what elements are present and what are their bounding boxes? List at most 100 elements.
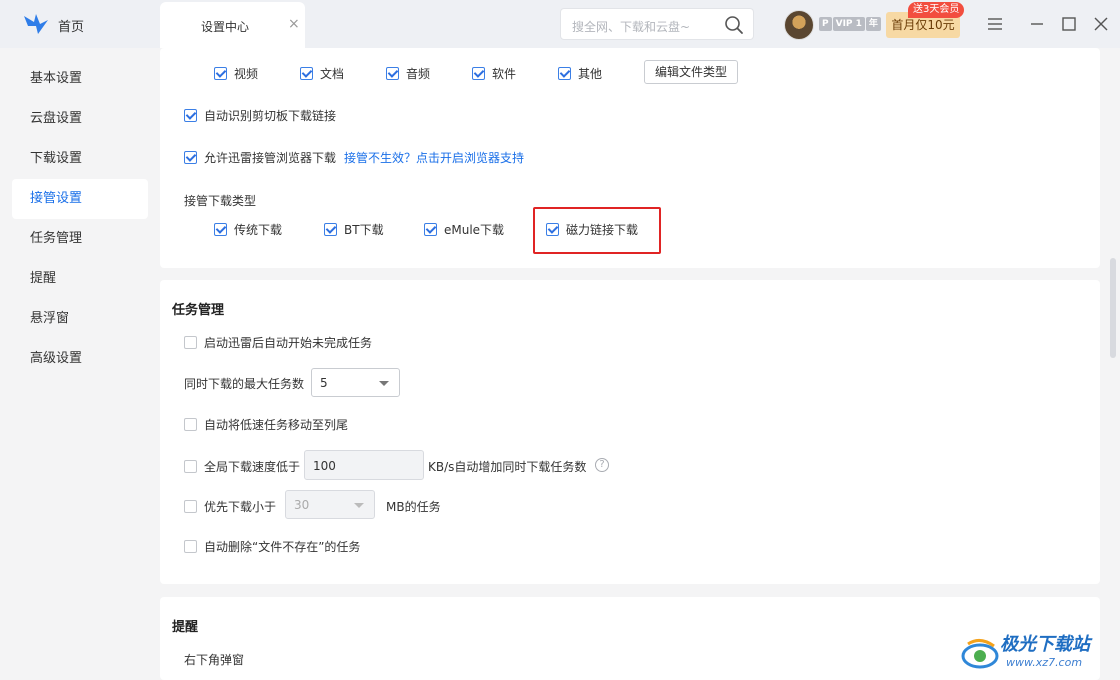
priority-suffix: MB的任务 xyxy=(386,500,441,514)
checkbox-label: 启动迅雷后自动开始未完成任务 xyxy=(204,336,373,350)
sidebar-item-advanced[interactable]: 高级设置 xyxy=(12,339,148,379)
input-value: 100 xyxy=(313,459,336,473)
checkbox-label: 自动删除“文件不存在”的任务 xyxy=(204,540,361,554)
select-value: 30 xyxy=(294,498,310,512)
filetype-software[interactable]: 软件 xyxy=(472,65,516,82)
download-types-title: 接管下载类型 xyxy=(184,194,257,208)
watermark-url: www.xz7.com xyxy=(1006,656,1083,669)
sidebar: 基本设置 云盘设置 下载设置 接管设置 任务管理 提醒 悬浮窗 高级设置 xyxy=(0,48,160,680)
help-icon[interactable]: ? xyxy=(595,458,609,472)
thunder-logo-icon[interactable] xyxy=(22,12,50,36)
checkbox[interactable] xyxy=(214,67,227,80)
checkbox[interactable] xyxy=(558,67,571,80)
download-type-bt[interactable]: BT下载 xyxy=(324,221,384,238)
checkbox[interactable] xyxy=(184,460,197,473)
checkbox-label: 视频 xyxy=(234,67,259,81)
chevron-down-icon xyxy=(354,503,364,508)
checkbox[interactable] xyxy=(184,151,197,164)
watermark: 极光下载站 www.xz7.com xyxy=(960,628,1116,678)
home-label[interactable]: 首页 xyxy=(58,16,84,35)
browser-support-link[interactable]: 接管不生效？点击开启浏览器支持 xyxy=(344,149,524,166)
checkbox[interactable] xyxy=(184,336,197,349)
vip-badge[interactable]: P VIP 1 年 xyxy=(819,17,881,31)
priority-option[interactable]: 优先下载小于 xyxy=(184,498,276,515)
checkbox-label: eMule下载 xyxy=(444,223,505,237)
checkbox-label: 自动识别剪切板下载链接 xyxy=(204,109,337,123)
watermark-logo-icon xyxy=(961,639,999,669)
minimize-icon[interactable] xyxy=(1028,15,1046,33)
checkbox[interactable] xyxy=(184,418,197,431)
delete-missing-option[interactable]: 自动删除“文件不存在”的任务 xyxy=(184,538,360,555)
speed-option[interactable]: 全局下载速度低于 xyxy=(184,458,300,475)
chevron-down-icon xyxy=(379,381,389,386)
filetype-document[interactable]: 文档 xyxy=(300,65,344,82)
edit-file-types-button[interactable]: 编辑文件类型 xyxy=(644,60,738,84)
checkbox-label: 自动将低速任务移动至列尾 xyxy=(204,418,349,432)
checkbox[interactable] xyxy=(184,109,197,122)
vip-year-badge: 年 xyxy=(865,17,881,31)
scrollbar[interactable] xyxy=(1110,258,1116,358)
sidebar-item-download[interactable]: 下载设置 xyxy=(12,139,148,179)
sidebar-item-basic[interactable]: 基本设置 xyxy=(12,59,148,99)
maximize-icon[interactable] xyxy=(1060,15,1078,33)
checkbox-label: 全局下载速度低于 xyxy=(204,460,301,474)
sidebar-item-cloud[interactable]: 云盘设置 xyxy=(12,99,148,139)
checkbox[interactable] xyxy=(300,67,313,80)
remind-section-title: 提醒 xyxy=(172,620,199,635)
speed-suffix: KB/s自动增加同时下载任务数 xyxy=(428,460,587,474)
priority-size-select[interactable]: 30 xyxy=(285,490,375,519)
checkbox-label: 允许迅雷接管浏览器下载 xyxy=(204,151,337,165)
browser-takeover-option[interactable]: 允许迅雷接管浏览器下载 接管不生效？点击开启浏览器支持 xyxy=(184,149,524,166)
auto-start-option[interactable]: 启动迅雷后自动开始未完成任务 xyxy=(184,334,372,351)
download-type-emule[interactable]: eMule下载 xyxy=(424,221,504,238)
checkbox-label: 传统下载 xyxy=(234,223,283,237)
checkbox[interactable] xyxy=(424,223,437,236)
filetype-audio[interactable]: 音频 xyxy=(386,65,430,82)
search-placeholder: 搜全网、下载和云盘~ xyxy=(572,20,691,34)
vip-level-badge: VIP 1 xyxy=(832,17,865,31)
promo-tag: 送3天会员 xyxy=(908,2,965,18)
highlight-box xyxy=(533,207,661,254)
search-icon[interactable] xyxy=(724,15,744,35)
filetype-video[interactable]: 视频 xyxy=(214,65,258,82)
menu-icon[interactable] xyxy=(986,15,1004,33)
checkbox-label: 其他 xyxy=(578,67,603,81)
checkbox[interactable] xyxy=(472,67,485,80)
avatar[interactable] xyxy=(784,10,814,40)
takeover-card: 视频 文档 音频 软件 其他 编辑文件类型 自动识别剪切板下载链接 允许迅雷接管… xyxy=(160,48,1100,268)
title-bar: 首页 设置中心 × 搜全网、下载和云盘~ P VIP 1 年 首月仅10元 送3… xyxy=(0,0,1120,48)
sidebar-item-task[interactable]: 任务管理 xyxy=(12,219,148,259)
tab-label: 设置中心 xyxy=(201,20,250,34)
checkbox[interactable] xyxy=(214,223,227,236)
clipboard-option[interactable]: 自动识别剪切板下载链接 xyxy=(184,107,336,124)
move-slow-option[interactable]: 自动将低速任务移动至列尾 xyxy=(184,416,348,433)
popup-label: 右下角弹窗 xyxy=(184,653,245,667)
tab-settings-center[interactable]: 设置中心 × xyxy=(160,2,305,48)
max-tasks-label: 同时下载的最大任务数 xyxy=(184,377,305,391)
sidebar-item-remind[interactable]: 提醒 xyxy=(12,259,148,299)
checkbox[interactable] xyxy=(386,67,399,80)
task-section-title: 任务管理 xyxy=(172,303,225,318)
select-value: 5 xyxy=(320,376,328,390)
filetype-other[interactable]: 其他 xyxy=(558,65,602,82)
close-icon[interactable] xyxy=(1092,15,1110,33)
checkbox-label: 文档 xyxy=(320,67,345,81)
search-input[interactable]: 搜全网、下载和云盘~ xyxy=(560,8,754,40)
sidebar-item-floating[interactable]: 悬浮窗 xyxy=(12,299,148,339)
tab-close-icon[interactable]: × xyxy=(288,16,300,32)
download-type-traditional[interactable]: 传统下载 xyxy=(214,221,282,238)
checkbox-label: 软件 xyxy=(492,67,517,81)
watermark-title: 极光下载站 xyxy=(1000,634,1090,655)
checkbox-label: BT下载 xyxy=(344,223,384,237)
task-card: 任务管理 启动迅雷后自动开始未完成任务 同时下载的最大任务数 5 自动将低速任务… xyxy=(160,280,1100,584)
sidebar-item-takeover[interactable]: 接管设置 xyxy=(12,179,148,219)
checkbox[interactable] xyxy=(184,500,197,513)
checkbox[interactable] xyxy=(324,223,337,236)
remind-card: 提醒 右下角弹窗 xyxy=(160,597,1100,680)
checkbox-label: 音频 xyxy=(406,67,431,81)
max-tasks-select[interactable]: 5 xyxy=(311,368,400,397)
vip-p-badge: P xyxy=(819,17,832,31)
speed-input[interactable]: 100 xyxy=(304,450,424,480)
checkbox-label: 优先下载小于 xyxy=(204,500,277,514)
checkbox[interactable] xyxy=(184,540,197,553)
